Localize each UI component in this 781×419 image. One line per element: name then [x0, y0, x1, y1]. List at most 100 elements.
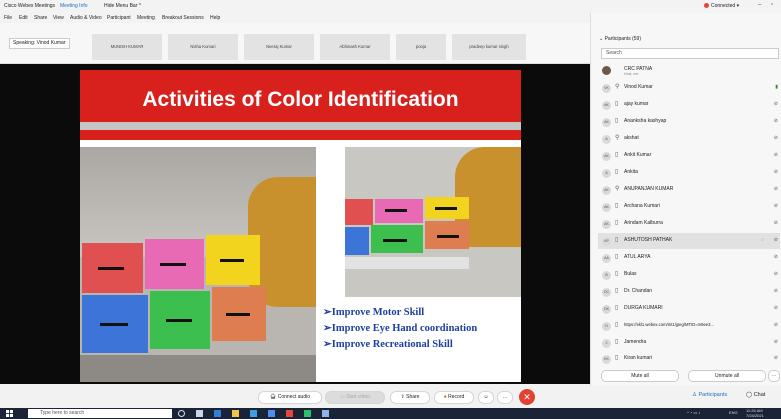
- mic-muted-icon[interactable]: ⊘: [774, 305, 778, 311]
- more-options-button[interactable]: …: [497, 391, 513, 404]
- mic-muted-icon[interactable]: ⊘: [774, 355, 778, 361]
- participant-row[interactable]: A ⚲ akshat ⊘: [598, 131, 780, 147]
- clock-date: 7/24/2021: [746, 412, 764, 418]
- participant-name: https://ekl1.webex.com/mt1/jpeg/MTID=m9e…: [624, 322, 714, 327]
- menu-edit[interactable]: Edit: [19, 15, 28, 21]
- edge-icon[interactable]: [214, 410, 221, 417]
- meeting-info-tab[interactable]: Meeting Info: [60, 3, 88, 9]
- participant-row[interactable]: CRC PATNA Host, me: [598, 62, 780, 78]
- mic-muted-icon[interactable]: ⊘: [774, 203, 778, 209]
- menu-share[interactable]: Share: [34, 15, 47, 21]
- mic-muted-icon[interactable]: ⊘: [774, 169, 778, 175]
- minimize-icon[interactable]: –: [758, 2, 761, 8]
- unmute-all-button[interactable]: Unmute all: [688, 370, 766, 382]
- mic-muted-icon[interactable]: ⊘: [774, 322, 778, 328]
- participant-row[interactable]: AK ▯ Arindam Kalburra ⊘: [598, 216, 780, 232]
- taskbar-search-input[interactable]: Type here to search: [28, 409, 172, 418]
- share-button[interactable]: ⇪ Share: [390, 391, 430, 404]
- mic-muted-icon[interactable]: ⊘: [774, 152, 778, 158]
- webex-icon[interactable]: [304, 410, 311, 417]
- mic-muted-icon[interactable]: ⊘: [774, 101, 778, 107]
- video-thumbnail[interactable]: Nisha Kumari: [168, 34, 238, 60]
- cortana-icon[interactable]: [178, 410, 185, 417]
- participant-row[interactable]: AK ▯ Archana Kumari ⊘: [598, 199, 780, 215]
- participant-row[interactable]: DC ▯ Dr. Chandan ⊘: [598, 284, 780, 300]
- hide-menu-bar-button[interactable]: Hide Menu Bar ^: [104, 3, 141, 9]
- participant-row[interactable]: A ▯ Ankita ⊘: [598, 165, 780, 181]
- file-explorer-icon[interactable]: [232, 410, 239, 417]
- menu-breakout[interactable]: Breakout Sessions: [162, 15, 204, 21]
- more-icon[interactable]: ◌: [761, 237, 764, 243]
- panel-more-button[interactable]: ⋯: [768, 370, 780, 382]
- language-indicator[interactable]: ENG: [729, 410, 738, 415]
- maximize-icon[interactable]: ▫: [771, 2, 773, 8]
- slide-photo-left: [80, 147, 316, 382]
- video-thumbnail[interactable]: pooja: [396, 34, 446, 60]
- tile-slot: [100, 323, 128, 326]
- mic-muted-icon[interactable]: ⊘: [774, 254, 778, 260]
- connect-audio-button[interactable]: 🎧︎ Connect audio: [258, 391, 322, 404]
- participant-row[interactable]: VK ⚲ Vinod Kumar ▮: [598, 80, 780, 96]
- device-icon: ▯: [615, 203, 619, 209]
- mic-icon[interactable]: ▮: [775, 84, 778, 90]
- tile-slot: [385, 209, 407, 212]
- participant-row[interactable]: AK ▯ ajay kumar ⊘: [598, 97, 780, 113]
- participant-row[interactable]: AP ▯ ASHUTOSH PATHAK ◌ ⊘: [598, 233, 780, 249]
- participant-row[interactable]: DK ▯ DURGA KUMARI ⊘: [598, 301, 780, 317]
- menu-meeting[interactable]: Meeting: [137, 15, 155, 21]
- clock[interactable]: 11:26 AM 7/24/2021: [746, 408, 764, 418]
- chat-tab[interactable]: ◯ Chat: [746, 392, 765, 398]
- menu-audio-video[interactable]: Audio & Video: [70, 15, 102, 21]
- windows-start-icon[interactable]: [6, 410, 13, 417]
- reactions-button[interactable]: ☺: [478, 391, 494, 404]
- connect-audio-label: Connect audio: [277, 394, 310, 400]
- chrome-icon[interactable]: [286, 410, 293, 417]
- device-icon: ▯: [615, 101, 619, 107]
- tray-icons[interactable]: ^ ◔ ▭ ♪: [687, 410, 700, 415]
- participant-row[interactable]: AK ⚲ ANUPANJAN KUMAR ⊘: [598, 182, 780, 198]
- participant-name: ASHUTOSH PATHAK: [624, 237, 673, 243]
- start-video-button[interactable]: ▭ Start video: [325, 391, 385, 404]
- menu-participant[interactable]: Participant: [107, 15, 131, 21]
- headset-icon: 🎧︎: [270, 394, 278, 400]
- menu-file[interactable]: File: [4, 15, 12, 21]
- avatar: AK: [602, 101, 611, 110]
- mic-muted-icon[interactable]: ⊘: [774, 288, 778, 294]
- participant-name: Vinod Kumar: [624, 84, 653, 90]
- participant-row[interactable]: AK ▯ Ananksha kashyap ⊘: [598, 114, 780, 130]
- app-icon[interactable]: [322, 410, 329, 417]
- participant-search-input[interactable]: Search: [601, 48, 779, 59]
- participant-row[interactable]: AK ▯ Ankit Kumar ⊘: [598, 148, 780, 164]
- mic-muted-icon[interactable]: ⊘: [774, 237, 778, 243]
- mic-muted-icon[interactable]: ⊘: [774, 135, 778, 141]
- leave-meeting-button[interactable]: ✕: [519, 389, 535, 405]
- slide-photo-right: [345, 147, 521, 297]
- store-icon[interactable]: [250, 410, 257, 417]
- mic-muted-icon[interactable]: ⊘: [774, 118, 778, 124]
- participant-row[interactable]: J ▯ Jamendra ⊘: [598, 335, 780, 351]
- menu-help[interactable]: Help: [210, 15, 220, 21]
- tile-slot: [226, 313, 250, 316]
- task-view-icon[interactable]: [196, 410, 203, 417]
- video-thumbnail[interactable]: Neeraj Kumar: [244, 34, 314, 60]
- mic-muted-icon[interactable]: ⊘: [774, 339, 778, 345]
- video-thumbnail[interactable]: pradeep kumar singh: [452, 34, 526, 60]
- avatar: AK: [602, 203, 611, 212]
- mic-muted-icon[interactable]: ⊘: [774, 186, 778, 192]
- participant-row[interactable]: B ▯ Bulas ⊘: [598, 267, 780, 283]
- video-thumbnail[interactable]: Abhinash Kumar: [320, 34, 390, 60]
- mute-all-button[interactable]: Mute all: [601, 370, 679, 382]
- connection-status[interactable]: Connected ▾: [704, 3, 739, 9]
- video-thumbnail[interactable]: MUNISH KUMAR: [92, 34, 162, 60]
- start-video-label: Start video: [346, 394, 371, 400]
- participant-row[interactable]: KK ▯ Kiran kumari ⊘: [598, 351, 780, 367]
- record-button[interactable]: ● Record: [434, 391, 474, 404]
- participant-name: Jamendra: [624, 339, 647, 345]
- mic-muted-icon[interactable]: ⊘: [774, 271, 778, 277]
- mail-icon[interactable]: [268, 410, 275, 417]
- participant-row[interactable]: AA ▯ ATUL ARYA ⊘: [598, 250, 780, 266]
- participants-tab[interactable]: ♙ Participants: [692, 392, 727, 398]
- participant-row[interactable]: H ▯ https://ekl1.webex.com/mt1/jpeg/MTID=m…: [598, 318, 780, 334]
- menu-view[interactable]: View: [53, 15, 64, 21]
- mic-muted-icon[interactable]: ⊘: [774, 220, 778, 226]
